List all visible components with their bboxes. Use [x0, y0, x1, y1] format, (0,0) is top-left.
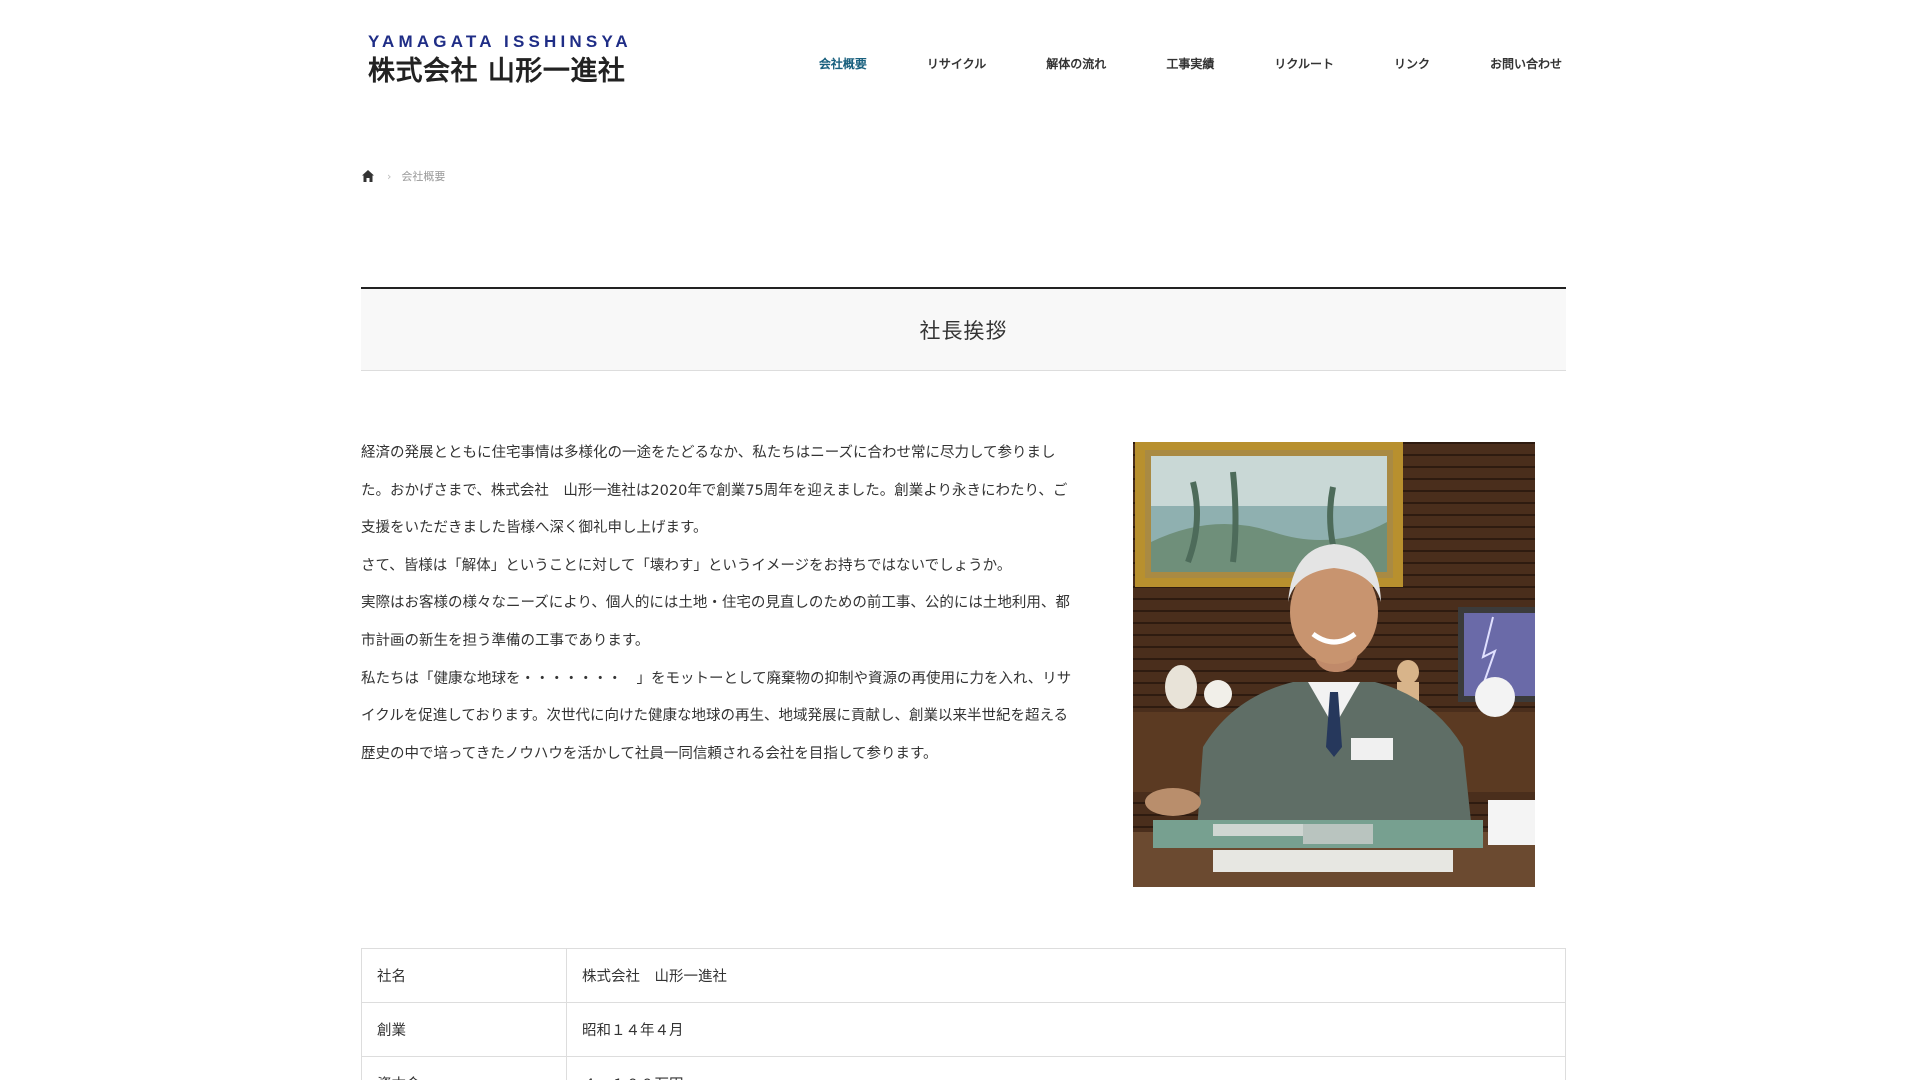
greeting-paragraph: 実際はお客様の様々なニーズにより、個人的には土地・住宅の見直しのための前工事、公…: [361, 595, 1070, 649]
president-photo: [1133, 442, 1535, 887]
table-label: 社名: [361, 948, 567, 1003]
breadcrumb-current: 会社概要: [401, 170, 446, 183]
nav-item-company[interactable]: 会社概要: [819, 52, 867, 76]
table-value: 株式会社 山形一進社: [566, 948, 1566, 1003]
section-title: 社長挨拶: [919, 318, 1008, 343]
chevron-right-icon: ›: [387, 169, 392, 183]
home-icon[interactable]: [361, 169, 375, 183]
greeting-paragraph: さて、皆様は「解体」ということに対して「壊わす」というイメージをお持ちではないで…: [361, 557, 1012, 574]
table-row: 社名 株式会社 山形一進社: [361, 948, 1566, 1003]
logo-text-ja: 株式会社 山形一進社: [368, 56, 626, 87]
table-label: 資本金: [361, 1056, 567, 1080]
nav-item-contact[interactable]: お問い合わせ: [1490, 52, 1562, 76]
global-nav: 会社概要 リサイクル 解体の流れ 工事実績 リクルート リンク お問い合わせ: [759, 52, 1562, 76]
greeting-paragraph: 経済の発展とともに住宅事情は多様化の一途をたどるなか、私たちはニーズに合わせ常に…: [361, 445, 1068, 537]
site-header: YAMAGATA ISSHINSYA 株式会社 山形一進社 会社概要 リサイクル…: [0, 0, 1920, 110]
table-value: ４，１００万円: [566, 1056, 1566, 1080]
president-greeting: 経済の発展とともに住宅事情は多様化の一途をたどるなか、私たちはニーズに合わせ常に…: [361, 435, 1073, 773]
company-info-table: 社名 株式会社 山形一進社 創業 昭和１４年４月 資本金 ４，１００万円: [361, 948, 1566, 1080]
nav-item-works[interactable]: 工事実績: [1166, 52, 1214, 76]
site-logo[interactable]: YAMAGATA ISSHINSYA 株式会社 山形一進社: [368, 32, 648, 92]
breadcrumb: › 会社概要: [361, 168, 445, 184]
table-row: 創業 昭和１４年４月: [361, 1002, 1566, 1057]
table-value: 昭和１４年４月: [566, 1002, 1566, 1057]
nav-item-recycle[interactable]: リサイクル: [927, 52, 986, 76]
nav-item-links[interactable]: リンク: [1394, 52, 1430, 76]
table-row: 資本金 ４，１００万円: [361, 1056, 1566, 1080]
nav-item-recruit[interactable]: リクルート: [1274, 52, 1334, 76]
greeting-paragraph: 私たちは「健康な地球を・・・・・・・ 」をモットーとして廃棄物の抑制や資源の再使…: [361, 670, 1072, 762]
table-label: 創業: [361, 1002, 567, 1057]
nav-item-demolition-flow[interactable]: 解体の流れ: [1046, 52, 1106, 76]
section-heading: 社長挨拶: [361, 287, 1566, 371]
logo-text-en: YAMAGATA ISSHINSYA: [368, 32, 632, 51]
